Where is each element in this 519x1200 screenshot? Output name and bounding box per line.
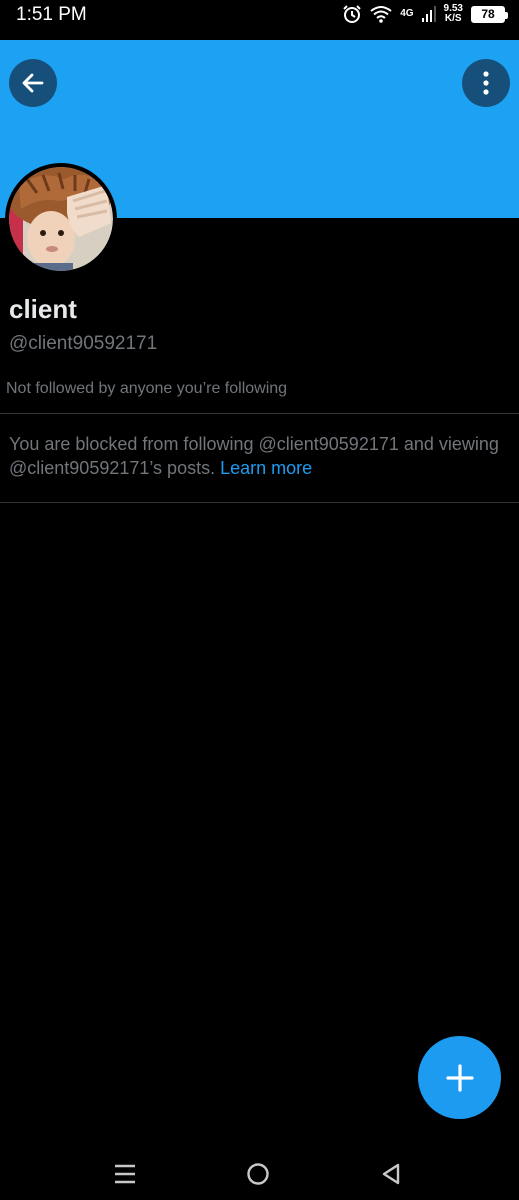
more-vertical-icon [483, 71, 489, 95]
back-triangle-icon [382, 1163, 400, 1185]
user-handle: @client90592171 [9, 333, 158, 354]
more-options-button[interactable] [462, 59, 510, 107]
system-nav-bar [0, 1145, 519, 1200]
back-button[interactable] [9, 59, 57, 107]
status-icons: 4G 9.53 K/S 78 [342, 4, 508, 24]
display-name: client [9, 294, 77, 324]
avatar[interactable] [5, 163, 117, 275]
network-type: 4G [400, 8, 414, 19]
plus-icon [445, 1063, 474, 1092]
wifi-icon [370, 5, 392, 23]
home-button[interactable] [243, 1159, 273, 1189]
recent-apps-icon [115, 1164, 135, 1184]
speed-unit: K/S [444, 13, 462, 24]
status-time: 1:51 PM [16, 4, 87, 25]
blocked-message: You are blocked from following @client90… [9, 432, 514, 480]
battery-level: 78 [481, 7, 495, 21]
learn-more-link[interactable]: Learn more [220, 458, 312, 478]
signal-icon [421, 6, 436, 22]
divider [0, 502, 519, 503]
alarm-icon [342, 4, 362, 24]
status-bar: 1:51 PM 4G 9.53 K/S 78 [0, 0, 519, 40]
system-back-button[interactable] [376, 1159, 406, 1189]
recent-apps-button[interactable] [110, 1159, 140, 1189]
network-speed: 9.53 K/S [444, 4, 463, 24]
avatar-image [9, 167, 113, 271]
followers-you-know-note: Not followed by anyone you’re following [6, 380, 288, 397]
divider [0, 413, 519, 414]
battery-icon: 78 [471, 5, 508, 23]
compose-button[interactable] [418, 1036, 501, 1119]
home-circle-icon [247, 1163, 269, 1185]
arrow-left-icon [22, 73, 44, 93]
